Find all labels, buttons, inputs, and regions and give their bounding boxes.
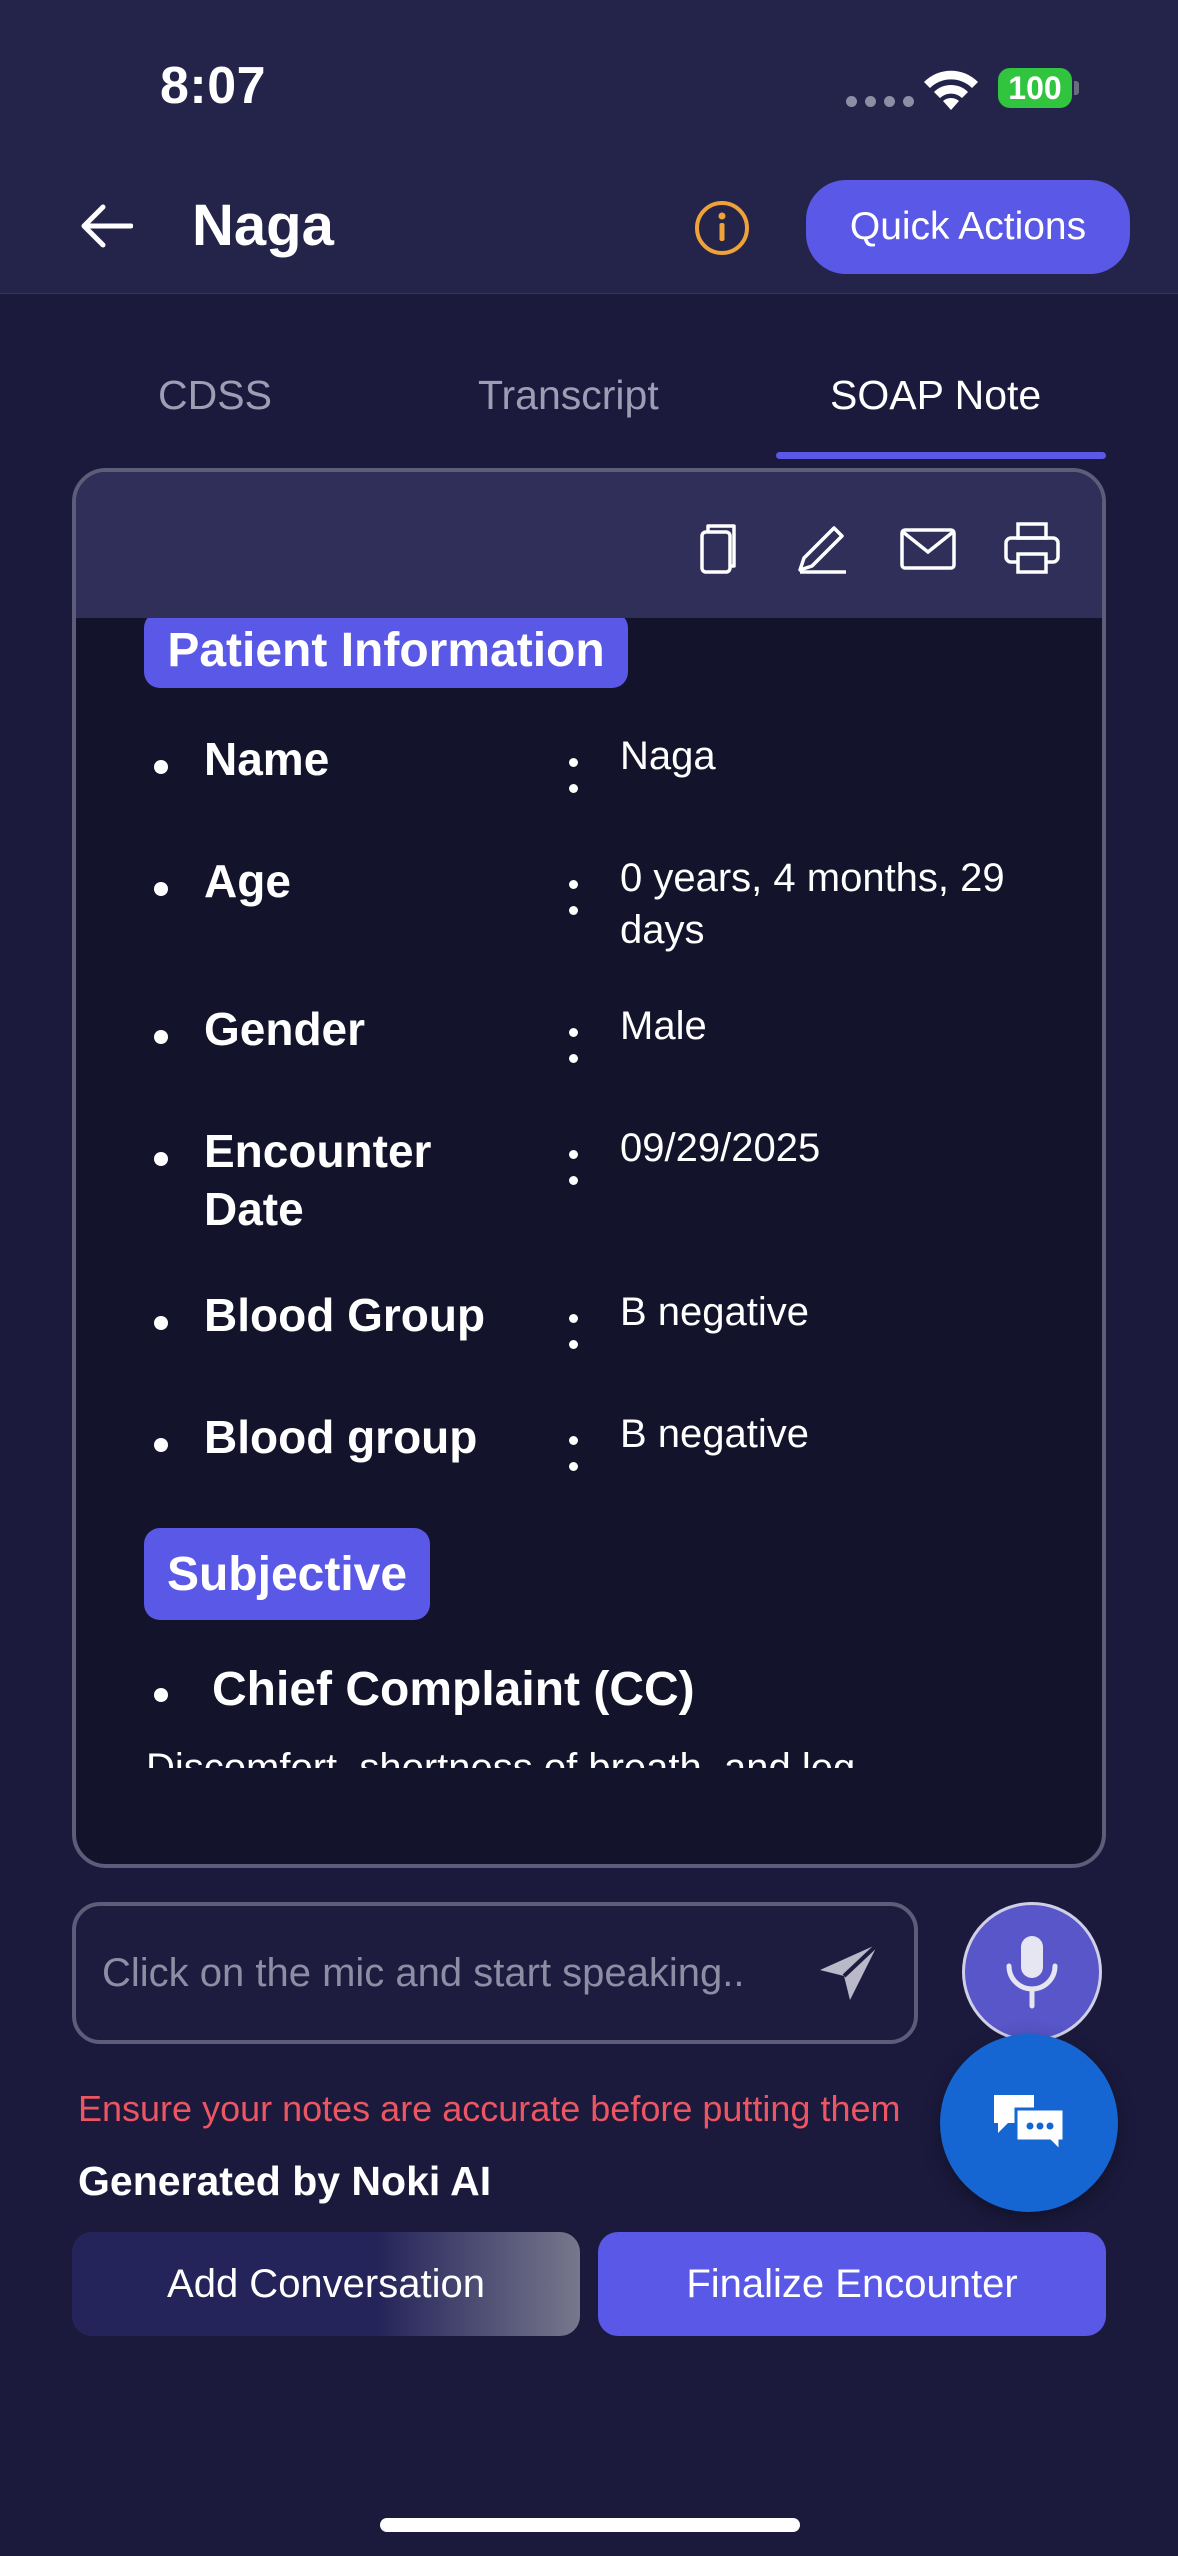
tab-cdss[interactable]: CDSS: [158, 372, 272, 419]
chat-bubbles-icon: [994, 2095, 1066, 2155]
mic-button[interactable]: [962, 1902, 1102, 2042]
bullet: [154, 1316, 168, 1330]
field-label-age: Age: [204, 855, 291, 907]
cellular-signal-icon: [846, 96, 914, 107]
page-title: Naga: [192, 193, 334, 258]
field-label-gender: Gender: [204, 1003, 366, 1055]
bullet: [154, 760, 168, 774]
generated-by-label: Generated by Noki AI: [78, 2158, 492, 2204]
bullet: [154, 1438, 168, 1452]
note-content: Patient Information Name Naga Age 0 year…: [76, 618, 1102, 1768]
field-value-blood-group: B negative: [620, 1290, 810, 1334]
add-conversation-button[interactable]: Add Conversation: [72, 2232, 580, 2336]
bullet: [154, 882, 168, 896]
speech-input-box: [72, 1902, 918, 2044]
field-label-blood-group-2: Blood group: [204, 1411, 478, 1463]
quick-actions-button[interactable]: Quick Actions: [806, 180, 1130, 274]
note-toolbar: [76, 472, 1102, 618]
copy-icon[interactable]: [688, 518, 748, 578]
bullet: [154, 1030, 168, 1044]
field-value-encounter-date: 09/29/2025: [620, 1126, 821, 1170]
arrow-left-icon: [81, 204, 133, 248]
accuracy-warning: Ensure your notes are accurate before pu…: [78, 2088, 901, 2129]
tab-soap-note[interactable]: SOAP Note: [830, 372, 1041, 419]
field-value-gender: Male: [620, 1004, 707, 1048]
back-button[interactable]: [74, 196, 140, 256]
field-value-age: 0 years, 4 months, 29 days: [620, 856, 1005, 952]
field-label-encounter-date: Encounter Date: [204, 1125, 432, 1235]
field-value-name: Naga: [620, 734, 716, 778]
print-icon[interactable]: [1002, 518, 1062, 578]
speech-input[interactable]: [102, 1906, 802, 2040]
battery-level: 100: [998, 68, 1072, 108]
bullet: [154, 1688, 168, 1702]
tab-transcript[interactable]: Transcript: [478, 372, 659, 419]
section-subjective: Subjective: [144, 1528, 430, 1620]
battery-icon: 100: [998, 68, 1079, 108]
mail-icon[interactable]: [898, 518, 958, 578]
chat-button[interactable]: [940, 2034, 1118, 2212]
chief-complaint-label: Chief Complaint (CC): [212, 1663, 695, 1716]
active-tab-indicator: [776, 452, 1106, 459]
microphone-icon: [1006, 1936, 1058, 2009]
status-time: 8:07: [160, 57, 267, 115]
field-value-blood-group-2: B negative: [620, 1412, 810, 1456]
finalize-encounter-button[interactable]: Finalize Encounter: [598, 2232, 1106, 2336]
field-label-name: Name: [204, 733, 330, 785]
section-patient-information: Patient Information: [144, 618, 628, 688]
edit-icon[interactable]: [792, 518, 852, 578]
info-icon[interactable]: [692, 198, 752, 258]
bullet: [154, 1152, 168, 1166]
send-icon[interactable]: [816, 1940, 882, 2006]
chief-complaint-text: Discomfort, shortness of breath, and leg: [146, 1746, 856, 1768]
soap-note-card: Patient Information Name Naga Age 0 year…: [72, 468, 1106, 1868]
home-indicator[interactable]: [380, 2518, 800, 2532]
top-bar: 8:07 100 Naga Quick Actions: [0, 0, 1178, 294]
field-label-blood-group: Blood Group: [204, 1289, 486, 1341]
wifi-icon: [924, 70, 978, 110]
